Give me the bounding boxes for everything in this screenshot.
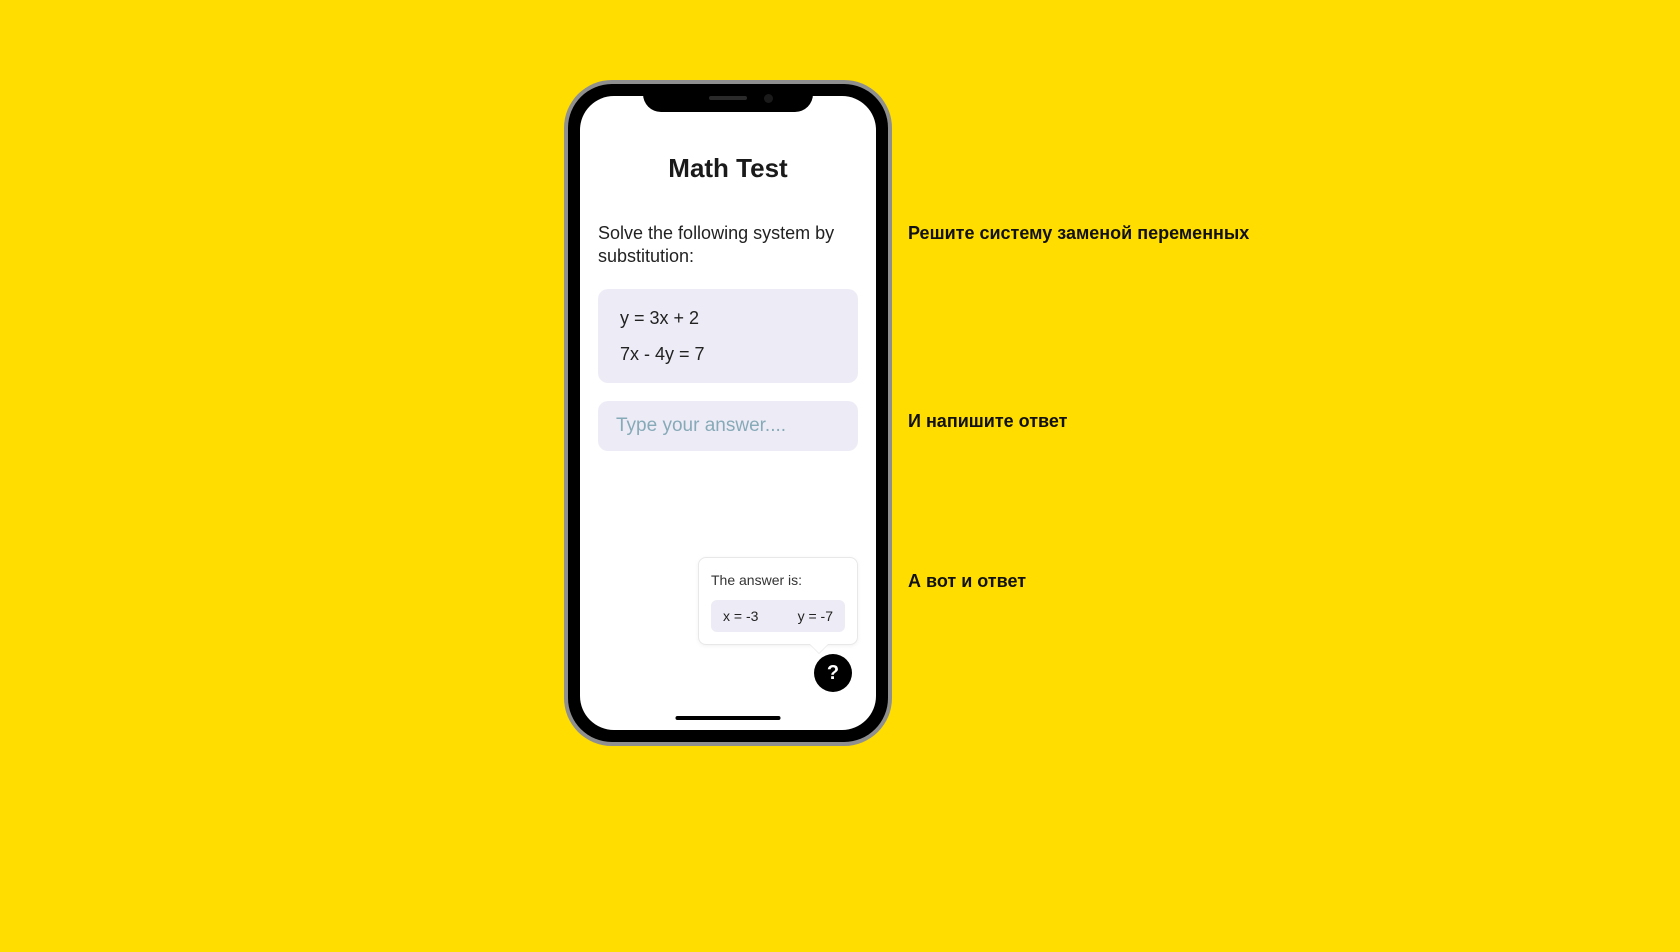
phone-bezel: Math Test Solve the following system by … (568, 84, 888, 742)
answer-input[interactable] (598, 401, 858, 451)
page-title: Math Test (598, 153, 858, 184)
front-camera (764, 94, 773, 103)
help-button[interactable]: ? (814, 654, 852, 692)
tooltip-title: The answer is: (711, 572, 845, 588)
answer-y: y = -7 (798, 608, 833, 624)
equation-box: y = 3x + 2 7x - 4y = 7 (598, 289, 858, 383)
answer-x: x = -3 (723, 608, 758, 624)
answer-tooltip: The answer is: x = -3 y = -7 (698, 557, 858, 645)
question-prompt: Solve the following system by substituti… (598, 222, 858, 269)
annotation-bottom: А вот и ответ (908, 570, 1026, 593)
question-mark-icon: ? (827, 662, 839, 685)
annotation-top: Решите систему заменой переменных (908, 222, 1249, 245)
tooltip-answer-box: x = -3 y = -7 (711, 600, 845, 632)
phone-frame: Math Test Solve the following system by … (564, 80, 892, 746)
speaker-grille (709, 96, 747, 100)
home-indicator[interactable] (676, 716, 781, 720)
equation-1: y = 3x + 2 (620, 309, 836, 327)
equation-2: 7x - 4y = 7 (620, 345, 836, 363)
annotation-middle: И напишите ответ (908, 410, 1067, 433)
tooltip-tail (809, 643, 829, 653)
app-screen: Math Test Solve the following system by … (580, 96, 876, 730)
phone-notch (643, 84, 813, 112)
